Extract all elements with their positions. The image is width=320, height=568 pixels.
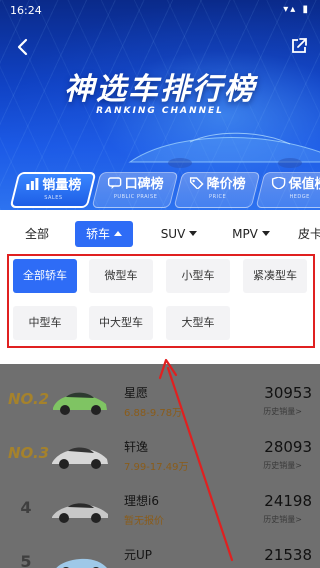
rank-badge: 5 xyxy=(20,552,32,568)
sales-history-link[interactable]: 历史销量> xyxy=(263,406,302,417)
tab-sales-en: SALES xyxy=(44,195,63,201)
page-title: 神选车排行榜 xyxy=(64,72,256,107)
list-item[interactable]: NO.2 星愿 6.88-9.78万 30953 历史销量> xyxy=(0,378,320,430)
tab-price[interactable]: 降价榜 PRICE xyxy=(173,172,261,208)
car-thumbnail xyxy=(53,392,107,415)
shield-icon xyxy=(271,177,286,189)
list-item[interactable]: 5 元UP 21538 xyxy=(0,540,320,568)
chevron-left-icon xyxy=(17,38,28,56)
filter-all-label: 全部 xyxy=(24,227,49,241)
chart-icon xyxy=(26,178,39,190)
chevron-up-icon xyxy=(114,231,122,236)
filter-suv-label: SUV xyxy=(160,227,186,241)
ranking-list: NO.2 星愿 6.88-9.78万 30953 历史销量> NO.3 轩逸 7… xyxy=(0,364,320,568)
ranking-tabs: 销量榜 SALES 口碑榜 PUBLIC PRAISE 降价榜 PRICE 保值… xyxy=(0,168,320,210)
car-name: 理想i6 xyxy=(124,494,159,508)
rank-badge: 4 xyxy=(20,498,32,517)
list-item[interactable]: NO.3 轩逸 7.99-17.49万 28093 历史销量> xyxy=(0,432,320,484)
filter-suv[interactable]: SUV xyxy=(150,221,208,247)
car-price: 7.99-17.49万 xyxy=(124,462,189,473)
car-name: 元UP xyxy=(124,548,153,562)
annotation-highlight-box xyxy=(7,254,315,348)
hero-banner: 16:24 ▾▴ ▮ 神选车排行榜 RANKING CHANNEL 销量榜 SA… xyxy=(0,0,320,210)
filter-sedan[interactable]: 轿车 xyxy=(75,221,133,247)
chevron-down-icon xyxy=(189,231,198,236)
car-thumbnail xyxy=(52,503,108,523)
car-name: 轩逸 xyxy=(124,440,149,454)
share-button[interactable] xyxy=(290,37,308,55)
tab-sales[interactable]: 销量榜 SALES xyxy=(9,172,97,208)
filter-mpv-label: MPV xyxy=(232,227,258,241)
filter-pickup-label: 皮卡 xyxy=(298,227,320,241)
tab-hedge-label: 保值榜 xyxy=(262,177,320,193)
chevron-down-icon xyxy=(261,231,270,236)
status-bar: 16:24 ▾▴ ▮ xyxy=(10,4,310,18)
car-price: 暂无报价 xyxy=(124,516,164,527)
page-subtitle: RANKING CHANNEL xyxy=(96,106,224,116)
sales-count: 30953 xyxy=(264,384,312,402)
car-name: 星愿 xyxy=(124,386,149,400)
share-icon xyxy=(292,38,307,53)
speech-icon xyxy=(107,177,122,189)
tab-hedge-en: HEDGE xyxy=(289,194,310,200)
tag-icon xyxy=(189,177,204,189)
sales-count: 28093 xyxy=(264,438,312,456)
car-thumbnail xyxy=(56,558,107,568)
status-icons: ▾▴ ▮ xyxy=(283,4,310,15)
sales-count: 21538 xyxy=(264,546,312,564)
tab-praise-label: 口碑榜 xyxy=(98,177,174,193)
filter-pickup[interactable]: 皮卡 xyxy=(298,221,320,247)
filter-mpv[interactable]: MPV xyxy=(222,221,280,247)
filter-sedan-label: 轿车 xyxy=(85,227,110,241)
sales-history-link[interactable]: 历史销量> xyxy=(263,514,302,525)
rank-badge: NO.3 xyxy=(8,444,50,462)
tab-sales-label: 销量榜 xyxy=(16,178,90,194)
tab-price-en: PRICE xyxy=(209,194,227,200)
sales-history-link[interactable]: 历史销量> xyxy=(263,460,302,471)
tab-price-label: 降价榜 xyxy=(180,177,256,193)
car-thumbnail xyxy=(52,447,108,469)
filter-bar: 全部 轿车 SUV MPV 皮卡 xyxy=(0,212,320,256)
back-button[interactable] xyxy=(12,36,34,58)
tab-praise-en: PUBLIC PRAISE xyxy=(113,194,158,200)
sales-count: 24198 xyxy=(264,492,312,510)
car-price: 6.88-9.78万 xyxy=(124,408,183,419)
rank-badge: NO.2 xyxy=(8,390,50,408)
filter-all[interactable]: 全部 xyxy=(14,221,60,247)
tab-praise[interactable]: 口碑榜 PUBLIC PRAISE xyxy=(91,172,179,208)
tab-hedge[interactable]: 保值榜 HEDGE xyxy=(255,172,320,208)
list-item[interactable]: 4 理想i6 暂无报价 24198 历史销量> xyxy=(0,486,320,538)
status-time: 16:24 xyxy=(10,4,42,17)
